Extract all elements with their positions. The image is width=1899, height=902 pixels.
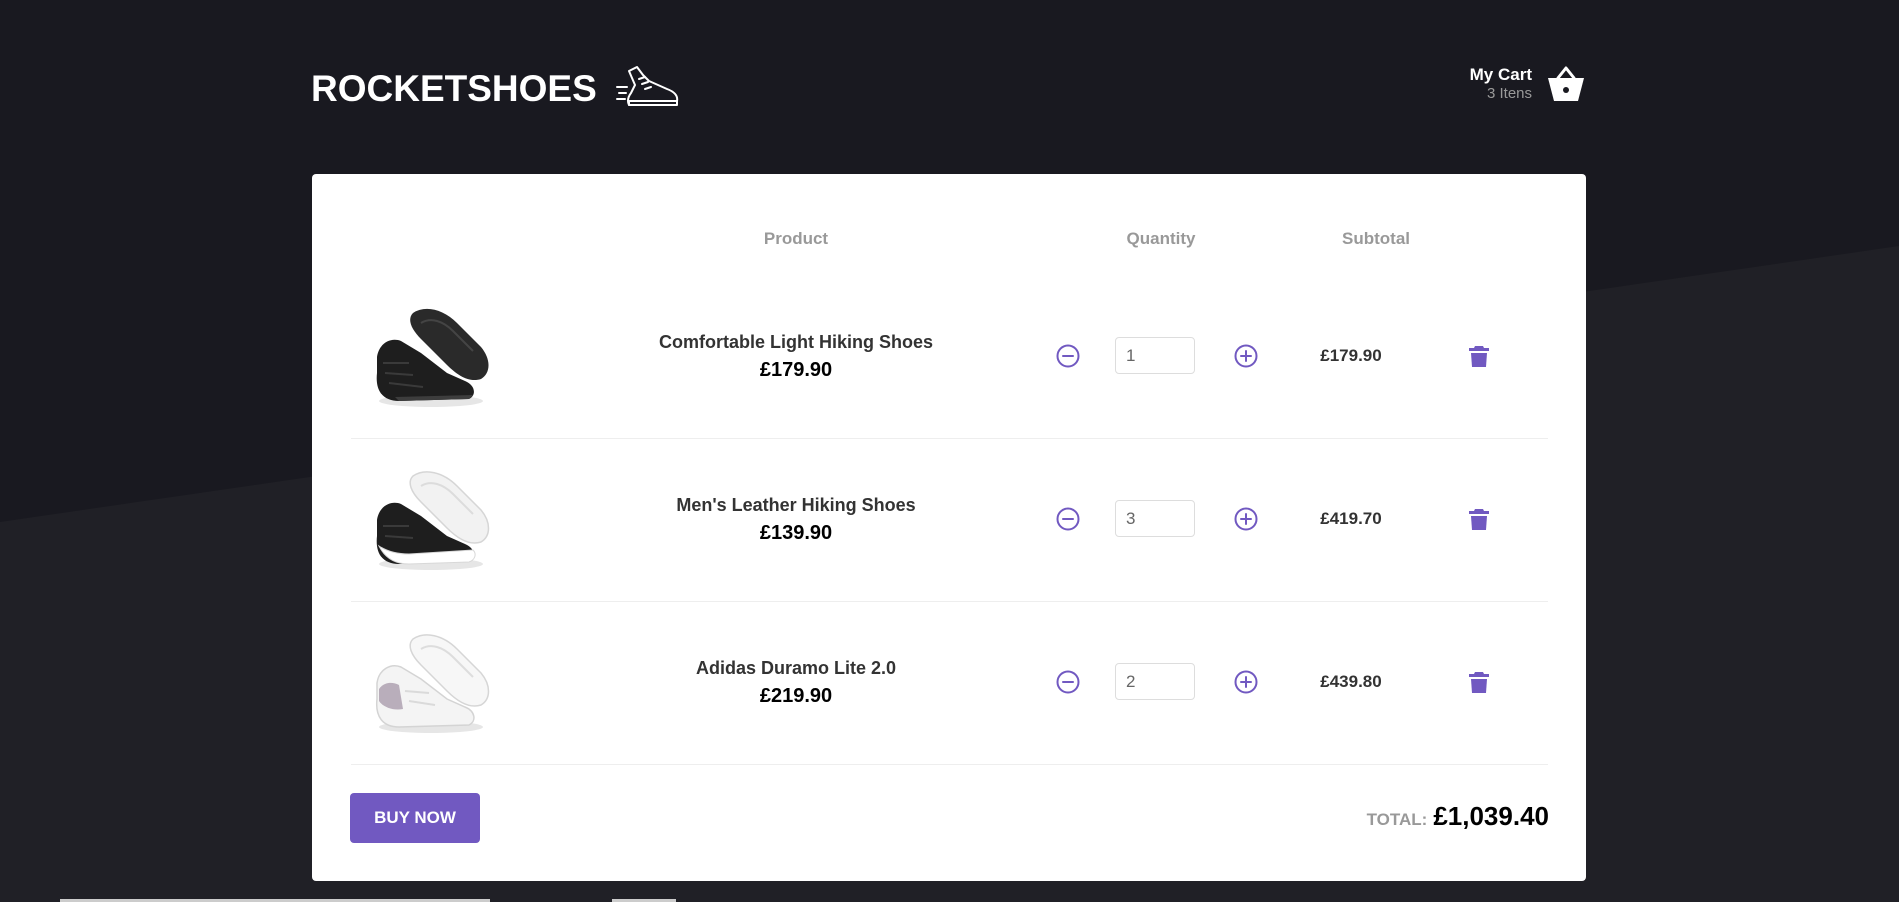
cart-link[interactable]: My Cart 3 Itens [1470,64,1586,104]
header-quantity: Quantity [1126,229,1196,248]
product-title: Men's Leather Hiking Shoes [676,494,916,515]
total-label: TOTAL: [1366,810,1428,829]
plus-circle-icon [1234,344,1258,368]
header-product: Product [763,229,829,248]
remove-item-button[interactable] [1465,668,1493,696]
product-price: £179.90 [759,358,833,381]
plus-circle-icon [1234,670,1258,694]
total: TOTAL: £1,039.40 [1367,801,1549,832]
cart-footer: BUY NOW TOTAL: £1,039.40 [350,793,1549,843]
table-row: Comfortable Light Hiking Shoes £179.90 £… [351,275,1548,439]
decrease-quantity-button[interactable] [1055,343,1081,369]
row-subtotal: £419.70 [1320,509,1382,528]
table-row: Adidas Duramo Lite 2.0 £219.90 £439.80 [351,601,1548,765]
row-subtotal: £179.90 [1320,346,1382,365]
cart-count: 3 Itens [1486,85,1532,102]
trash-icon [1469,672,1489,693]
decrease-quantity-button[interactable] [1055,506,1081,532]
minus-circle-icon [1056,670,1080,694]
header: ROCKETSHOES My Cart 3 Itens [311,58,1586,118]
increase-quantity-button[interactable] [1233,669,1259,695]
cart-text: My Cart 3 Itens [1470,65,1532,103]
product-info: Men's Leather Hiking Shoes £139.90 [581,438,1011,601]
quantity-input[interactable] [1115,337,1195,374]
table-row: Men's Leather Hiking Shoes £139.90 £419.… [351,438,1548,602]
plus-circle-icon [1234,507,1258,531]
cart-panel: Product Quantity Subtotal Comfortable Li… [312,174,1586,881]
remove-item-button[interactable] [1465,342,1493,370]
cart-title: My Cart [1469,65,1532,84]
minus-circle-icon [1056,344,1080,368]
brand-name: ROCKETSHOES [311,67,597,109]
product-price: £139.90 [759,521,833,544]
product-image-white-sneaker [375,634,490,733]
trash-icon [1469,509,1489,530]
remove-item-button[interactable] [1465,505,1493,533]
product-info: Adidas Duramo Lite 2.0 £219.90 [581,601,1011,764]
running-shoe-icon [615,66,678,106]
product-title: Comfortable Light Hiking Shoes [658,331,933,352]
product-title: Adidas Duramo Lite 2.0 [695,657,897,678]
basket-icon [1548,66,1584,101]
quantity-input[interactable] [1115,663,1195,700]
product-info: Comfortable Light Hiking Shoes £179.90 [581,275,1011,438]
product-price: £219.90 [759,684,833,707]
minus-circle-icon [1056,507,1080,531]
trash-icon [1469,346,1489,367]
product-image-black-white-sneaker [376,471,490,570]
logo-link[interactable]: ROCKETSHOES [311,58,681,118]
buy-now-button[interactable]: BUY NOW [350,793,480,843]
header-subtotal: Subtotal [1342,229,1410,248]
table-header: Product Quantity Subtotal [312,226,1586,252]
quantity-input[interactable] [1115,500,1195,537]
product-image-black-sneaker [376,308,489,407]
total-value: £1,039.40 [1433,801,1549,831]
increase-quantity-button[interactable] [1233,343,1259,369]
row-subtotal: £439.80 [1320,672,1382,691]
increase-quantity-button[interactable] [1233,506,1259,532]
decrease-quantity-button[interactable] [1055,669,1081,695]
